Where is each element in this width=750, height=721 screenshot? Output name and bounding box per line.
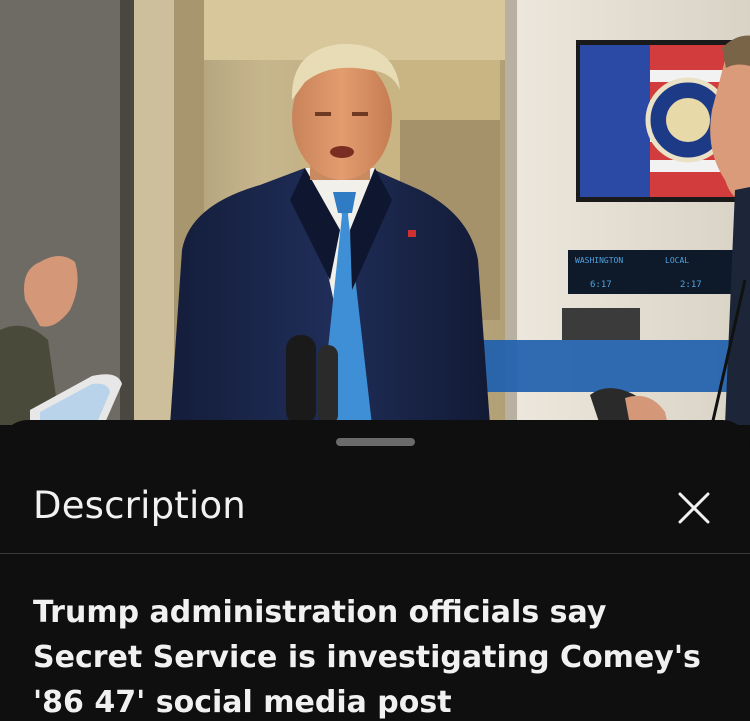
svg-text:6:17: 6:17 — [590, 280, 612, 290]
svg-text:LOCAL: LOCAL — [665, 256, 689, 265]
close-button[interactable] — [668, 482, 720, 534]
description-sheet: Description Trump administration officia… — [0, 420, 750, 721]
divider — [0, 553, 750, 554]
video-title: Trump administration officials say Secre… — [33, 595, 701, 720]
close-icon — [678, 492, 710, 524]
screen: WASHINGTON LOCAL 6:17 2:17 Description T… — [0, 0, 750, 721]
video-player[interactable]: WASHINGTON LOCAL 6:17 2:17 — [0, 0, 750, 425]
drag-handle[interactable] — [336, 438, 415, 446]
sheet-title: Description — [33, 484, 246, 527]
svg-text:WASHINGTON: WASHINGTON — [575, 256, 623, 265]
video-frame: WASHINGTON LOCAL 6:17 2:17 — [0, 0, 750, 425]
svg-text:2:17: 2:17 — [680, 280, 702, 290]
